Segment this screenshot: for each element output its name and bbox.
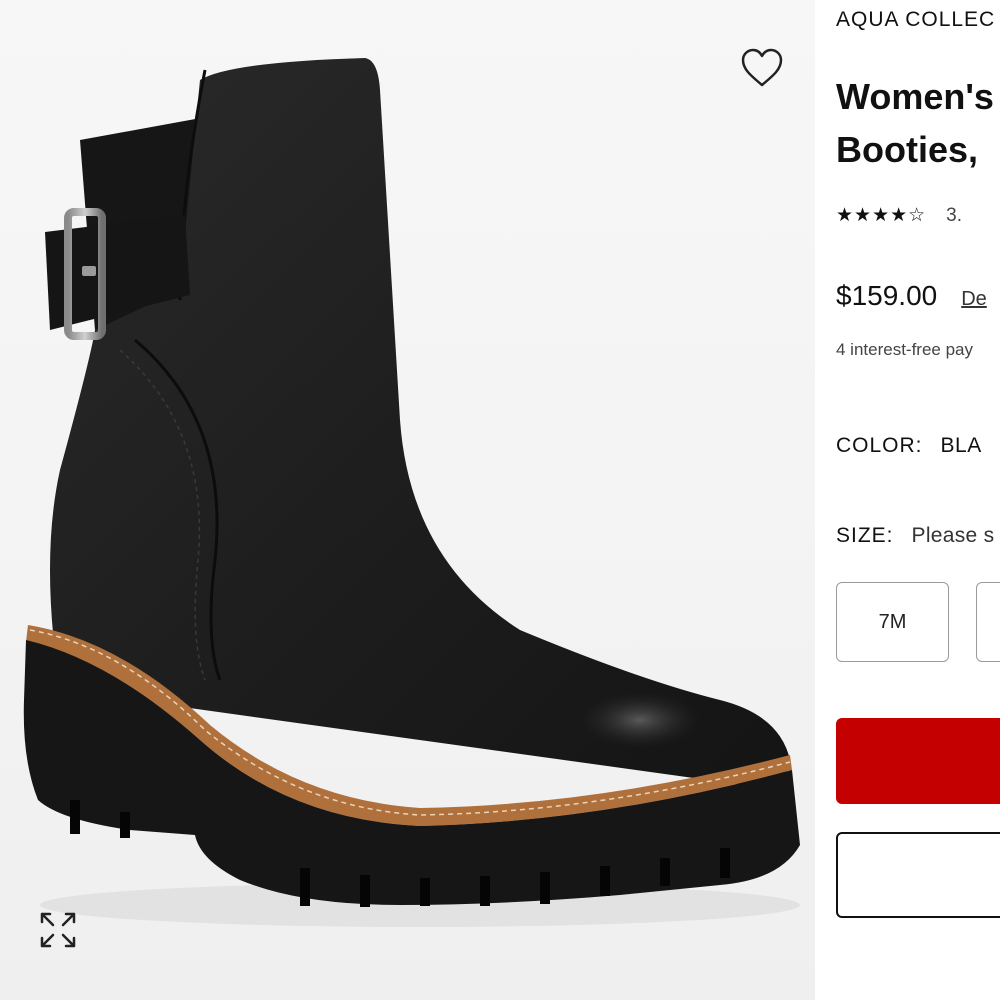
secondary-action-button[interactable]: [836, 832, 1000, 918]
size-label: SIZE:: [836, 524, 894, 547]
add-to-bag-button[interactable]: [836, 718, 1000, 804]
expand-arrows-icon: [40, 912, 76, 948]
product-title-line-1: Women's: [836, 76, 994, 117]
product-title-line-2: Booties,: [836, 129, 979, 170]
heart-outline-icon: [741, 48, 783, 87]
wishlist-button[interactable]: [738, 44, 786, 92]
rating-value: 3.: [946, 204, 963, 226]
color-value: BLA: [940, 434, 982, 457]
product-info-panel: AQUA COLLEC Women's Booties, ★★★★☆ 3. $1…: [836, 0, 1000, 1000]
size-prompt: Please s: [911, 524, 995, 547]
size-selector: SIZE: Please s: [836, 524, 994, 548]
color-label: COLOR:: [836, 434, 923, 457]
star-rating-icon: ★★★★☆: [836, 205, 927, 226]
color-selector: COLOR: BLA: [836, 434, 982, 458]
zoom-button[interactable]: [36, 908, 80, 952]
price: $159.00: [836, 280, 938, 311]
price-row: $159.00 De: [836, 280, 987, 312]
boot-illustration: [23, 58, 801, 927]
deal-link[interactable]: De: [961, 288, 987, 311]
size-option[interactable]: [976, 582, 1000, 662]
brand-link[interactable]: AQUA COLLEC: [836, 8, 995, 32]
size-option-7m[interactable]: 7M: [836, 582, 949, 662]
product-image[interactable]: [0, 0, 815, 1000]
installment-text: 4 interest-free pay: [836, 340, 974, 359]
rating-summary[interactable]: ★★★★☆ 3.: [836, 204, 962, 227]
product-title: Women's Booties,: [836, 70, 994, 176]
